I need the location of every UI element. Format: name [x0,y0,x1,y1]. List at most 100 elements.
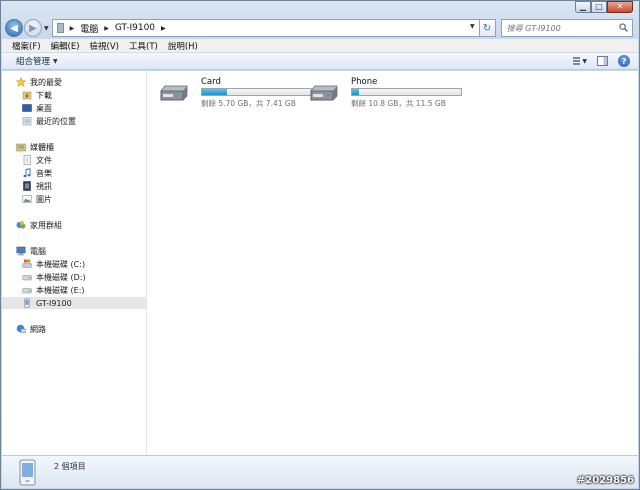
nav-item-gt-i9100[interactable]: GT-I9100 [2,297,146,309]
nav-item-documents[interactable]: 文件 [2,154,146,166]
nav-item-music[interactable]: 音樂 [2,167,146,179]
forward-button[interactable]: ▶ [24,19,42,37]
recent-places-icon [22,117,32,126]
menu-bar: 檔案(F) 編輯(E) 檢視(V) 工具(T) 說明(H) [2,39,638,53]
nav-item-drive-d[interactable]: 本機磁碟 (D:) [2,271,146,283]
drive-free-space: 剩餘 10.8 GB，共 11.5 GB [351,99,446,108]
chevron-right-icon[interactable]: ▶ [104,25,109,32]
file-list: Card 剩餘 5.70 GB，共 7.41 GB Phone 剩餘 10.8 … [148,71,638,456]
breadcrumb-device[interactable]: GT-I9100 [115,23,155,33]
back-arrow-icon: ◀ [10,22,18,34]
nav-item-label: 下載 [36,90,52,100]
recent-pages-dropdown[interactable]: ▼ [44,25,49,32]
chevron-right-icon[interactable]: ▶ [70,25,75,32]
close-button[interactable]: ✕ [607,1,633,13]
help-button[interactable]: ? [618,55,630,67]
nav-libraries[interactable]: 媒體櫃 [2,141,146,153]
nav-item-label: 本機磁碟 (E:) [36,285,85,295]
menu-edit[interactable]: 編輯(E) [51,40,80,52]
nav-network[interactable]: 網路 [2,323,146,335]
search-input[interactable] [506,23,617,33]
address-row: ◀ ▶ ▼ ▶ 電腦 ▶ GT-I9100 ▶ ▼ ↻ [5,18,633,38]
drive-tile-phone[interactable]: Phone 剩餘 10.8 GB，共 11.5 GB [309,73,462,109]
drive-usage-bar [201,88,312,96]
portable-drive-icon [310,85,338,101]
nav-item-downloads[interactable]: 下載 [2,89,146,101]
nav-item-label: 桌面 [36,103,52,113]
star-icon [16,77,26,87]
homegroup-icon [16,221,26,229]
nav-item-videos[interactable]: 視訊 [2,180,146,192]
nav-item-label: 音樂 [36,168,52,178]
nav-libraries-label: 媒體櫃 [30,142,54,152]
nav-computer[interactable]: 電腦 [2,245,146,257]
phone-icon [19,459,36,486]
drive-name: Phone [351,77,378,87]
nav-item-pictures[interactable]: 圖片 [2,193,146,205]
nav-item-label: 本機磁碟 (C:) [36,259,86,269]
nav-item-label: 本機磁碟 (D:) [36,272,86,282]
drive-usage-fill [202,89,228,95]
preview-pane-button[interactable] [597,56,608,66]
videos-icon [23,181,31,191]
nav-item-drive-c[interactable]: 本機磁碟 (C:) [2,258,146,270]
nav-homegroup-label: 家用群組 [30,220,62,230]
item-count: 2 個項目 [54,462,86,471]
explorer-window: ▁ □ ✕ ◀ ▶ ▼ ▶ 電腦 ▶ GT-I9100 ▶ ▼ ↻ 檔案(F) … [0,0,640,490]
organize-button[interactable]: 組合管理 ▼ [16,55,58,67]
chevron-right-icon[interactable]: ▶ [161,25,166,32]
menu-view[interactable]: 檢視(V) [90,40,119,52]
drive-usage-bar [351,88,462,96]
pictures-icon [22,195,32,203]
menu-help[interactable]: 說明(H) [168,40,198,52]
help-icon: ? [621,56,627,66]
library-icon [16,143,26,152]
nav-item-label: 最近的位置 [36,116,76,126]
command-bar: 組合管理 ▼ ▼ ? [2,53,638,70]
minimize-button[interactable]: ▁ [575,1,591,13]
details-pane: 2 個項目 [2,455,638,488]
watermark: #2029856 [576,475,634,486]
network-icon [16,324,26,333]
maximize-button[interactable]: □ [591,1,607,13]
change-view-button[interactable]: ▼ [573,56,587,67]
nav-item-label: 視訊 [36,181,52,191]
nav-item-label: 文件 [36,155,52,165]
content-area: 我的最愛 下載 桌面 最近的位置 媒體櫃 文件 音樂 視訊 圖片 家用群組 電腦… [2,71,638,456]
breadcrumb-computer[interactable]: 電腦 [80,22,98,35]
hard-drive-icon [22,288,32,294]
drive-name: Card [201,77,221,87]
nav-item-label: GT-I9100 [36,298,72,308]
view-icon [573,57,581,65]
computer-icon [56,23,64,33]
back-button[interactable]: ◀ [5,19,23,37]
search-icon[interactable] [619,23,628,32]
system-drive-icon [22,259,32,268]
phone-icon [24,298,30,308]
caption-buttons: ▁ □ ✕ [575,1,633,15]
nav-item-label: 圖片 [36,194,52,204]
menu-tools[interactable]: 工具(T) [129,40,158,52]
downloads-folder-icon [22,91,32,100]
refresh-icon: ↻ [482,22,492,34]
chevron-down-icon: ▼ [582,57,587,65]
navigation-pane[interactable]: 我的最愛 下載 桌面 最近的位置 媒體櫃 文件 音樂 視訊 圖片 家用群組 電腦… [2,71,147,456]
drive-tile-card[interactable]: Card 剩餘 5.70 GB，共 7.41 GB [159,73,312,109]
nav-item-desktop[interactable]: 桌面 [2,102,146,114]
organize-label: 組合管理 [16,57,51,67]
nav-homegroup[interactable]: 家用群組 [2,219,146,231]
computer-icon [16,246,26,256]
nav-computer-label: 電腦 [30,246,46,256]
chevron-down-icon: ▼ [53,57,58,65]
portable-drive-icon [160,85,188,101]
nav-item-drive-e[interactable]: 本機磁碟 (E:) [2,284,146,296]
search-box[interactable] [500,19,633,37]
nav-favorites[interactable]: 我的最愛 [2,76,146,88]
menu-file[interactable]: 檔案(F) [12,40,41,52]
drive-free-space: 剩餘 5.70 GB，共 7.41 GB [201,99,296,108]
music-icon [23,168,31,178]
address-bar[interactable]: ▶ 電腦 ▶ GT-I9100 ▶ ▼ [51,19,480,37]
refresh-button[interactable]: ↻ [479,19,496,37]
nav-item-recent-places[interactable]: 最近的位置 [2,115,146,127]
address-history-dropdown[interactable]: ▼ [470,23,475,30]
